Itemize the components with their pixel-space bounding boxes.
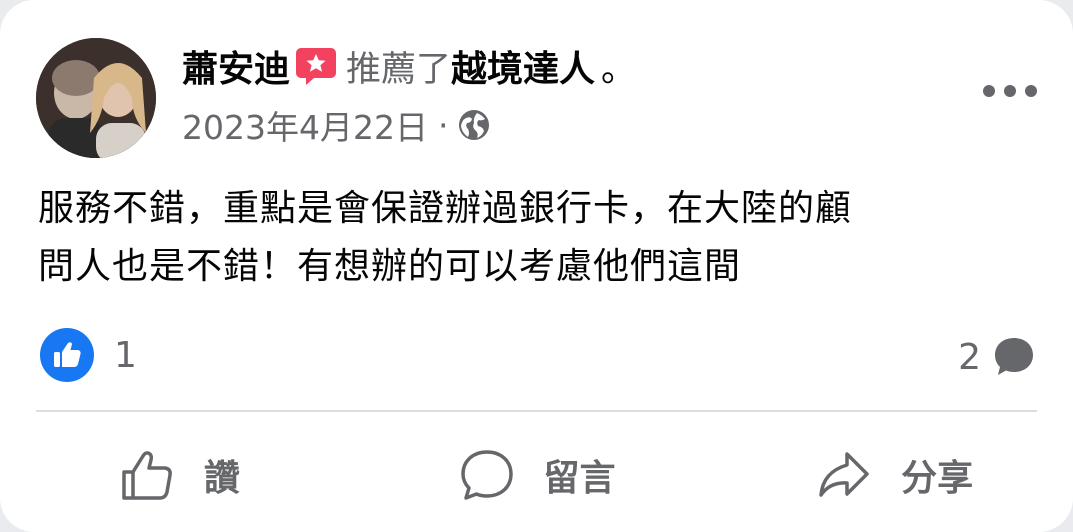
like-count: 1 — [114, 334, 137, 376]
like-button[interactable]: 讚 — [0, 430, 358, 520]
globe-icon[interactable] — [458, 109, 490, 141]
meta-separator: · — [437, 105, 449, 145]
post-date[interactable]: 2023年4月22日 — [182, 101, 428, 149]
post-text-line: 服務不錯，重點是會保證辦過銀行卡，在大陸的顧 — [38, 188, 853, 229]
post-body: 服務不錯，重點是會保證辦過銀行卡，在大陸的顧 問人也是不錯！有想辦的可以考慮他們… — [38, 180, 1038, 296]
share-button[interactable]: 分享 — [715, 430, 1073, 520]
recommend-icon — [294, 46, 338, 86]
share-label: 分享 — [901, 458, 974, 499]
like-label: 讚 — [203, 458, 240, 499]
post-card: 蕭安迪 推薦了 越境達人 。 2023年4月22日 · 服務不錯，重點是會保證辦… — [0, 0, 1073, 532]
avatar-photo — [36, 38, 156, 158]
comment-summary[interactable]: 2 — [958, 330, 1037, 384]
comment-bubble-icon — [991, 334, 1037, 380]
share-icon — [819, 452, 869, 497]
more-options-button[interactable] — [983, 76, 1037, 106]
more-dot-icon — [983, 85, 995, 97]
comment-button[interactable]: 留言 — [358, 430, 716, 520]
header-period: 。 — [601, 49, 637, 90]
comment-icon — [460, 450, 513, 500]
post-meta: 2023年4月22日 · — [182, 100, 490, 150]
reaction-summary[interactable]: 1 — [40, 328, 137, 382]
more-dot-icon — [1025, 85, 1037, 97]
post-header: 蕭安迪 推薦了 越境達人 。 — [182, 40, 636, 92]
avatar[interactable] — [36, 38, 156, 158]
thumbs-up-icon — [122, 451, 172, 500]
like-reaction-icon — [40, 328, 94, 382]
comment-label: 留言 — [543, 458, 616, 499]
divider — [36, 410, 1037, 412]
more-dot-icon — [1004, 85, 1016, 97]
post-text-line: 問人也是不錯！有想辦的可以考慮他們這間 — [38, 246, 742, 287]
action-verb: 推薦了 — [346, 49, 452, 90]
action-bar: 讚 留言 分享 — [0, 430, 1073, 520]
author-name[interactable]: 蕭安迪 — [182, 40, 290, 92]
comment-count: 2 — [958, 336, 981, 378]
page-name[interactable]: 越境達人 — [451, 40, 595, 92]
